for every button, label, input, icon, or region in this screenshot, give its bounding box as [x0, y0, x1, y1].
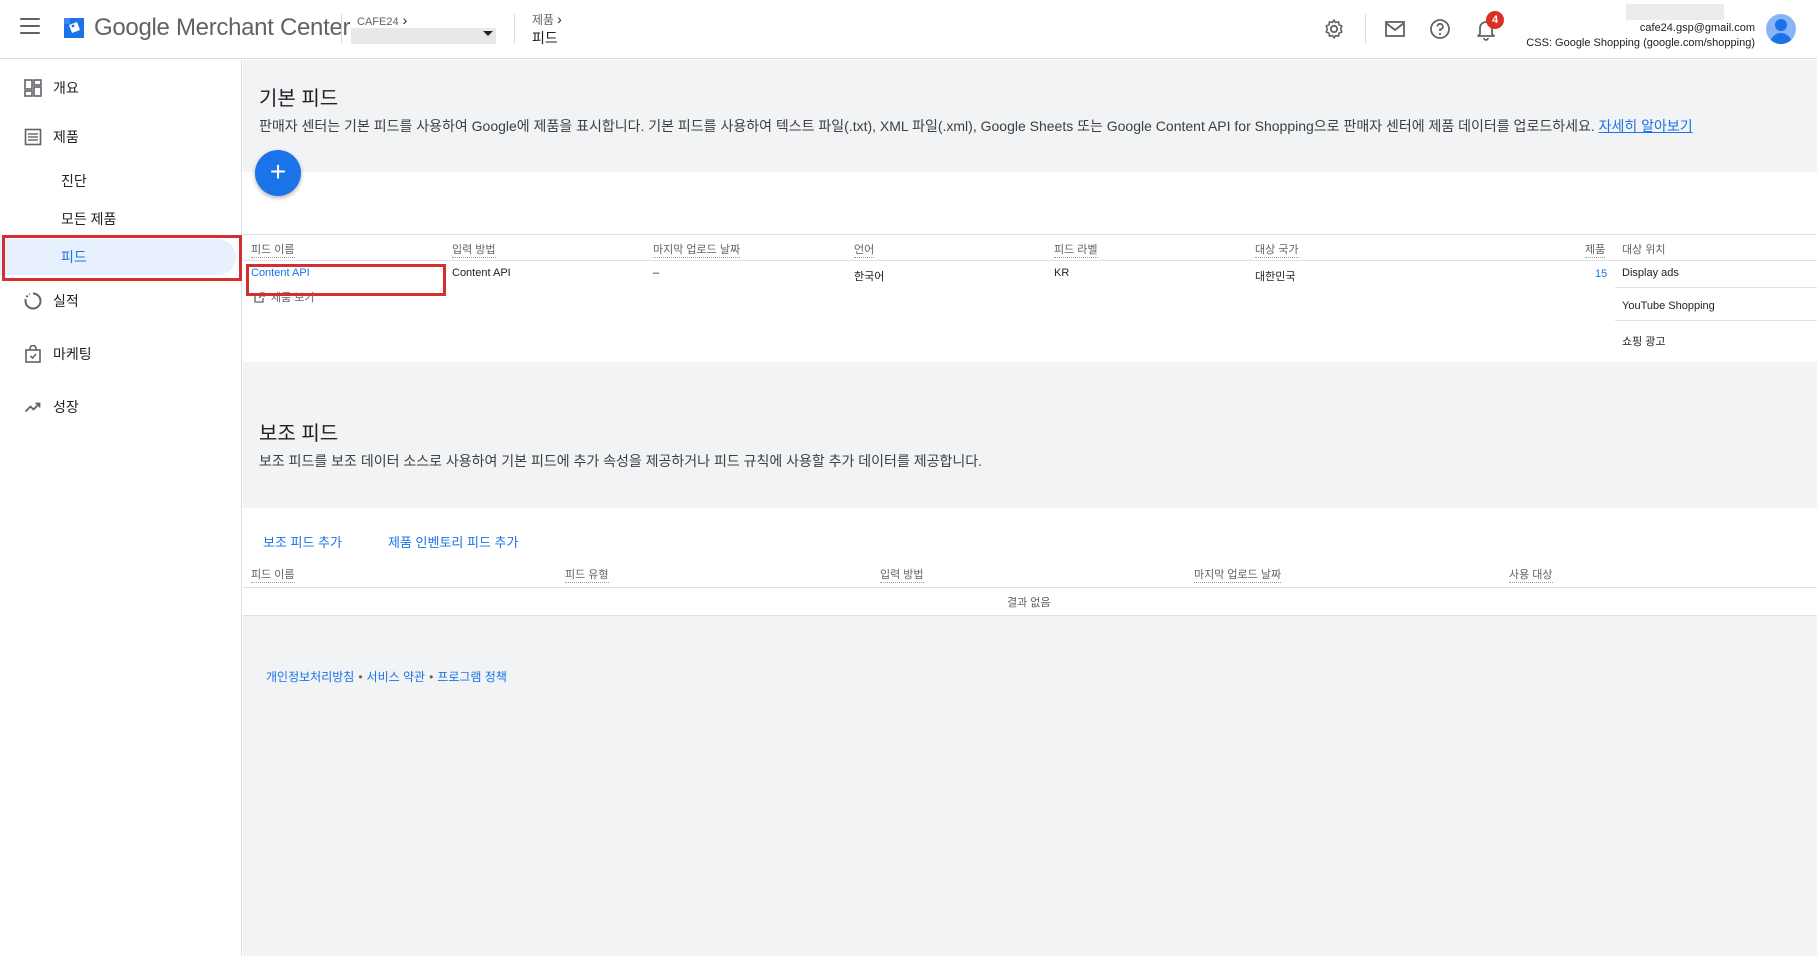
- input-method-cell: Content API: [452, 267, 511, 279]
- chevron-right-icon: ›: [402, 12, 408, 28]
- add-primary-feed-button[interactable]: +: [255, 150, 301, 196]
- footer-separator: •: [429, 670, 434, 684]
- main-content: 기본 피드 판매자 센터는 기본 피드를 사용하여 Google에 제품을 표시…: [243, 60, 1817, 956]
- header-divider: [1365, 14, 1366, 44]
- learn-more-link[interactable]: 자세히 알아보기: [1599, 118, 1693, 134]
- destination-divider: [1615, 320, 1817, 321]
- sidebar-item-label: 성장: [53, 399, 79, 415]
- column-header-input-method[interactable]: 입력 방법: [880, 566, 924, 583]
- column-header-feed-name[interactable]: 피드 이름: [251, 566, 295, 583]
- performance-icon: [24, 292, 42, 310]
- footer-links: 개인정보처리방침 • 서비스 약관 • 프로그램 정책: [266, 668, 507, 685]
- sidebar-item-diagnostics[interactable]: 진단: [0, 163, 242, 199]
- column-header-feed-name[interactable]: 피드 이름: [251, 241, 295, 258]
- products-icon: [24, 128, 42, 146]
- primary-feeds-title: 기본 피드: [259, 88, 339, 110]
- settings-icon[interactable]: [1322, 17, 1346, 41]
- chevron-right-icon: ›: [557, 11, 562, 27]
- card-divider: [243, 234, 1817, 235]
- app-name[interactable]: Google Merchant Center: [94, 14, 351, 42]
- column-header-feed-label[interactable]: 피드 라벨: [1054, 241, 1098, 258]
- column-header-feed-type[interactable]: 피드 유형: [565, 566, 609, 583]
- sidebar-item-label: 제품: [53, 129, 79, 145]
- sidebar-item-label: 모든 제품: [61, 211, 117, 227]
- sidebar-item-overview[interactable]: 개요: [0, 68, 242, 108]
- sidebar-item-label: 피드: [61, 249, 87, 265]
- sidebar-item-all-products[interactable]: 모든 제품: [0, 201, 242, 237]
- open-in-new-icon: [254, 291, 265, 303]
- terms-of-service-link[interactable]: 서비스 약관: [367, 670, 426, 684]
- account-selector-label[interactable]: CAFE24 ›: [357, 12, 407, 28]
- sidebar-item-label: 실적: [53, 293, 79, 309]
- sidebar-item-products[interactable]: 제품: [0, 117, 242, 157]
- header-divider: [514, 14, 515, 44]
- account-avatar[interactable]: [1766, 14, 1796, 44]
- sidebar-item-label: 마케팅: [53, 346, 92, 362]
- breadcrumb[interactable]: 제품 ›: [532, 11, 562, 28]
- empty-results-text: 결과 없음: [1007, 597, 1051, 609]
- supplemental-feeds-title: 보조 피드: [259, 423, 339, 445]
- column-header-last-upload[interactable]: 마지막 업로드 날짜: [1194, 566, 1282, 583]
- primary-feeds-card: + 피드 이름 입력 방법 마지막 업로드 날짜 언어 피드 라벨 대상 국가 …: [243, 150, 1817, 362]
- redacted-account-name: [1626, 4, 1724, 20]
- sidebar-item-growth[interactable]: 성장: [0, 387, 242, 427]
- sidebar-item-feeds[interactable]: 피드: [0, 239, 236, 275]
- destination-divider: [1615, 287, 1817, 288]
- supplemental-feeds-card: 보조 피드 추가 제품 인벤토리 피드 추가 피드 이름 피드 유형 입력 방법…: [243, 508, 1817, 616]
- top-app-bar: Google Merchant Center CAFE24 › 제품 › 피드 4 …: [0, 0, 1817, 59]
- feed-label-cell: KR: [1054, 267, 1070, 279]
- trending-up-icon: [24, 402, 41, 413]
- footer-separator: •: [358, 670, 363, 684]
- column-header-last-upload[interactable]: 마지막 업로드 날짜: [653, 241, 741, 258]
- help-icon[interactable]: [1428, 17, 1452, 41]
- menu-icon[interactable]: [20, 18, 40, 34]
- primary-feeds-description: 판매자 센터는 기본 피드를 사용하여 Google에 제품을 표시합니다. 기…: [259, 118, 1693, 134]
- column-header-language[interactable]: 언어: [854, 241, 875, 258]
- sidebar-item-performance[interactable]: 실적: [0, 281, 242, 321]
- privacy-policy-link[interactable]: 개인정보처리방침: [266, 670, 354, 684]
- breadcrumb-current: 피드: [532, 30, 558, 46]
- view-products-link[interactable]: 제품 보기: [253, 289, 315, 305]
- account-label: CAFE24: [357, 16, 399, 28]
- notification-badge: 4: [1486, 11, 1504, 29]
- supplemental-feeds-description: 보조 피드를 보조 데이터 소스로 사용하여 기본 피드에 추가 속성을 제공하…: [259, 453, 983, 469]
- column-header-products[interactable]: 제품: [1585, 241, 1606, 258]
- add-inventory-feed-button[interactable]: 제품 인벤토리 피드 추가: [388, 532, 518, 551]
- last-upload-cell: –: [653, 267, 660, 279]
- css-label: CSS: Google Shopping (google.com/shoppin…: [1526, 37, 1755, 49]
- language-cell: 한국어: [854, 271, 885, 283]
- column-header-input-method[interactable]: 입력 방법: [452, 241, 496, 258]
- header-divider: [341, 14, 342, 44]
- destination-shopping-ads: 쇼핑 광고: [1622, 336, 1666, 348]
- breadcrumb-parent[interactable]: 제품: [532, 13, 554, 27]
- column-header-destinations: 대상 위치: [1622, 244, 1666, 256]
- merchant-center-logo-icon: [64, 18, 84, 38]
- mail-icon[interactable]: [1383, 17, 1407, 41]
- account-selector[interactable]: [351, 28, 496, 44]
- country-cell: 대한민국: [1255, 271, 1296, 283]
- card-bottom-divider: [243, 615, 1817, 616]
- feed-name-link[interactable]: Content API: [251, 267, 310, 279]
- overview-icon: [24, 79, 42, 97]
- destination-youtube-shopping: YouTube Shopping: [1622, 300, 1715, 312]
- column-header-target-country[interactable]: 대상 국가: [1255, 241, 1299, 258]
- products-count-link[interactable]: 15: [1595, 268, 1607, 280]
- column-header-used-by[interactable]: 사용 대상: [1509, 566, 1553, 583]
- sidebar-item-label: 개요: [53, 80, 79, 96]
- user-email: cafe24.gsp@gmail.com: [1639, 22, 1755, 34]
- dropdown-arrow-icon[interactable]: [483, 31, 493, 36]
- marketing-icon: [25, 345, 41, 363]
- sidebar-item-label: 진단: [61, 173, 87, 189]
- add-supplemental-feed-button[interactable]: 보조 피드 추가: [263, 532, 342, 551]
- program-policies-link[interactable]: 프로그램 정책: [437, 670, 507, 684]
- header-row-divider: [243, 587, 1817, 588]
- navigation-sidebar: 개요 제품 진단 모든 제품 피드 실적 마케팅 성장: [0, 60, 242, 956]
- sidebar-item-marketing[interactable]: 마케팅: [0, 334, 242, 374]
- destination-display-ads: Display ads: [1622, 267, 1679, 279]
- header-row-divider: [243, 260, 1817, 261]
